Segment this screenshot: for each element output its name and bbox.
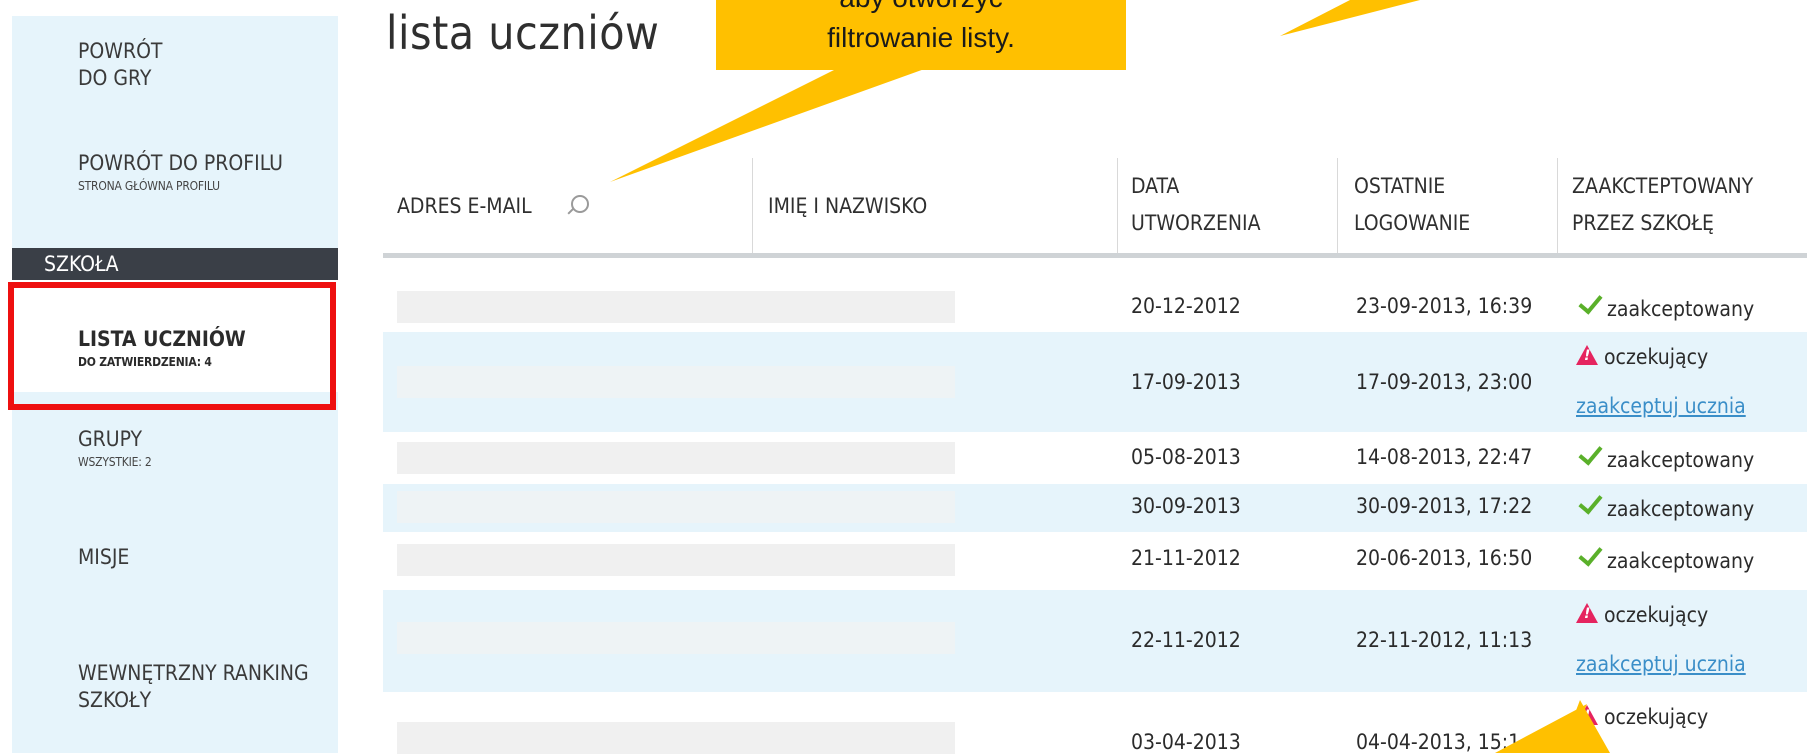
callout-pointer (610, 58, 955, 182)
callout-text-line: filtrowanie listy. (827, 22, 1015, 53)
callout-text-line: aby otworzyć (716, 0, 1126, 18)
callout-pointers (610, 0, 1610, 753)
callout-box: aby otworzyć filtrowanie listy. (716, 0, 1126, 70)
callout-pointer (1280, 0, 1420, 36)
